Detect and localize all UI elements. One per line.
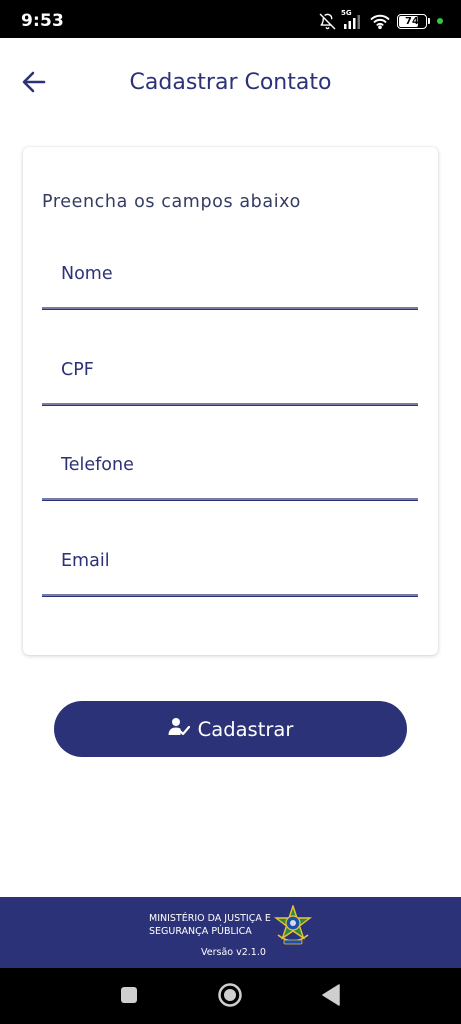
form-card: Preencha os campos abaixo Nome CPF Telef…	[23, 147, 438, 655]
back-triangle-icon	[321, 983, 341, 1011]
bell-off-icon	[319, 13, 336, 30]
signal-icon: 5G	[341, 9, 363, 29]
register-button[interactable]: Cadastrar	[54, 701, 407, 757]
form-heading: Preencha os campos abaixo	[42, 192, 301, 212]
cpf-field-underline	[42, 403, 418, 406]
cpf-field-label: CPF	[61, 360, 94, 380]
battery-icon: 74	[397, 13, 427, 29]
status-bar: 9:53 5G 74	[0, 0, 461, 38]
phone-field-underline	[42, 498, 418, 501]
status-time: 9:53	[21, 11, 65, 31]
phone-field[interactable]: Telefone	[42, 435, 418, 501]
user-check-icon	[168, 717, 190, 742]
version-label: Versão v2.1.0	[201, 947, 266, 958]
name-field[interactable]: Nome	[42, 244, 418, 310]
system-nav-bar	[0, 968, 461, 1024]
name-field-underline	[42, 307, 418, 310]
home-button[interactable]	[217, 982, 243, 1013]
app-header: Cadastrar Contato	[0, 38, 461, 128]
wifi-icon	[370, 13, 390, 29]
coat-of-arms-icon	[273, 903, 313, 947]
ministry-name: MINISTÉRIO DA JUSTIÇA E SEGURANÇA PÚBLIC…	[149, 912, 271, 938]
ministry-line-1: MINISTÉRIO DA JUSTIÇA E	[149, 913, 271, 924]
recents-square-icon	[120, 986, 138, 1009]
home-circle-icon	[217, 982, 243, 1013]
phone-field-label: Telefone	[61, 455, 134, 475]
register-button-label: Cadastrar	[197, 717, 294, 741]
ministry-line-2: SEGURANÇA PÚBLICA	[149, 926, 252, 937]
name-field-label: Nome	[61, 264, 113, 284]
cpf-field[interactable]: CPF	[42, 340, 418, 406]
green-dot-indicator	[437, 18, 443, 24]
page-title: Cadastrar Contato	[129, 70, 332, 95]
battery-tip	[428, 18, 430, 24]
email-field-underline	[42, 594, 418, 597]
back-nav-button[interactable]	[318, 983, 344, 1011]
network-type-label: 5G	[341, 9, 352, 17]
recents-button[interactable]	[116, 984, 142, 1010]
email-field[interactable]: Email	[42, 531, 418, 597]
battery-level: 74	[405, 15, 419, 27]
footer: MINISTÉRIO DA JUSTIÇA E SEGURANÇA PÚBLIC…	[0, 897, 461, 968]
status-icons: 5G 74	[319, 9, 443, 31]
email-field-label: Email	[61, 551, 110, 571]
